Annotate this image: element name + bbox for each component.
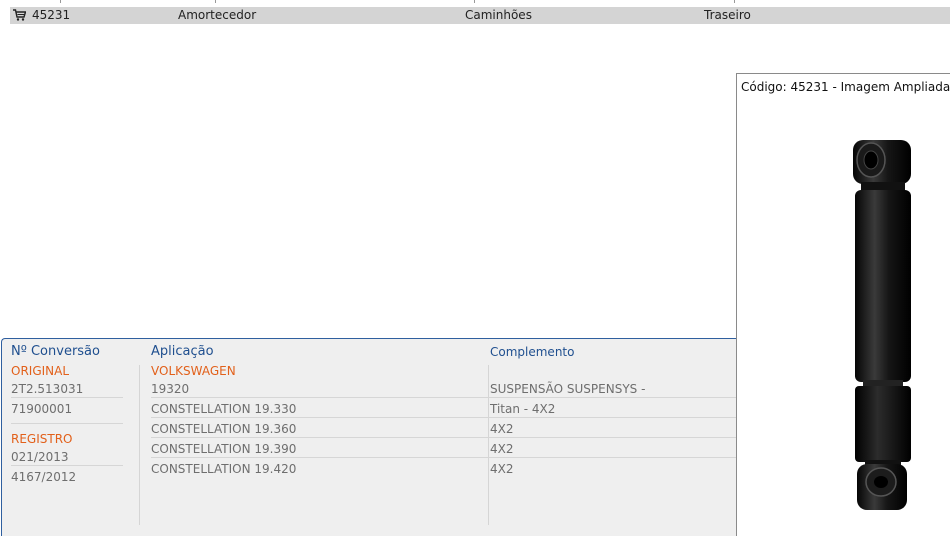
row-divider: [11, 423, 123, 424]
application-brand: VOLKSWAGEN: [151, 364, 236, 378]
row-divider: [151, 417, 751, 418]
column-divider: [139, 365, 140, 525]
product-code[interactable]: 45231: [32, 8, 70, 22]
header-tick: [474, 0, 475, 3]
conversion-panel: Nº Conversão Aplicação Complemento ORIGI…: [1, 338, 761, 536]
shopping-cart-icon[interactable]: [13, 9, 26, 21]
table-header-remnant: [0, 0, 950, 7]
enlarged-image-popup[interactable]: Código: 45231 - Imagem Ampliada: [736, 73, 950, 536]
product-category: Caminhões: [465, 8, 532, 22]
registro-value: 021/2013: [11, 450, 69, 464]
complement-value: SUSPENSÃO SUSPENSYS -: [490, 382, 646, 396]
application-model: CONSTELLATION 19.420: [151, 462, 297, 476]
page: 45231 Amortecedor Caminhões Traseiro Nº …: [0, 0, 950, 536]
column-divider: [488, 365, 489, 525]
header-tick: [215, 0, 216, 3]
complement-value: 4X2: [490, 462, 514, 476]
header-tick: [60, 0, 61, 3]
application-model: CONSTELLATION 19.390: [151, 442, 297, 456]
row-divider: [151, 437, 751, 438]
popup-title: Código: 45231 - Imagem Ampliada: [741, 80, 950, 94]
product-description: Amortecedor: [178, 8, 257, 22]
application-model: CONSTELLATION 19.360: [151, 422, 297, 436]
complement-value: 4X2: [490, 422, 514, 436]
row-divider: [11, 397, 123, 398]
registro-value: 4167/2012: [11, 470, 77, 484]
complement-value: Titan - 4X2: [490, 402, 556, 416]
complement-value: 4X2: [490, 442, 514, 456]
original-value: 71900001: [11, 402, 73, 416]
application-header: Aplicação: [151, 344, 214, 359]
complement-header: Complemento: [490, 345, 575, 359]
original-value: 2T2.513031: [11, 382, 84, 396]
shock-absorber-image: [853, 140, 911, 510]
application-model: CONSTELLATION 19.330: [151, 402, 297, 416]
header-tick: [734, 0, 735, 3]
conversion-header: Nº Conversão: [11, 344, 100, 359]
row-divider: [11, 465, 123, 466]
application-model: 19320: [151, 382, 190, 396]
original-label: ORIGINAL: [11, 364, 70, 378]
product-position: Traseiro: [704, 8, 751, 22]
row-divider: [151, 397, 751, 398]
product-result-row[interactable]: 45231 Amortecedor Caminhões Traseiro: [10, 7, 950, 24]
row-divider: [151, 457, 751, 458]
registro-label: REGISTRO: [11, 432, 73, 446]
